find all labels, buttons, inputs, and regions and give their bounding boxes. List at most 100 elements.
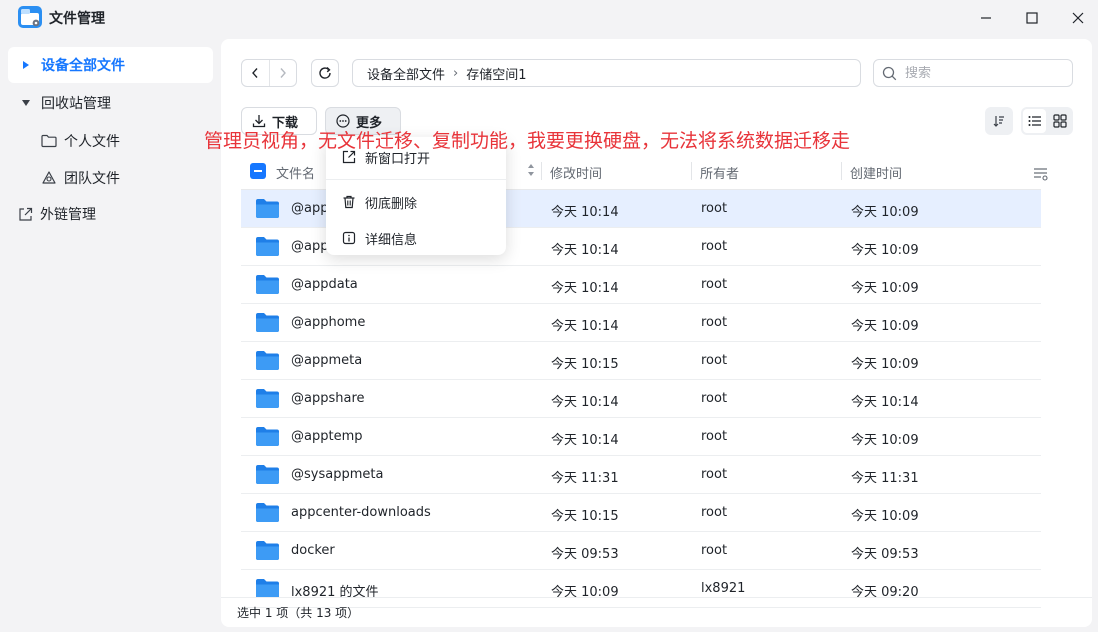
download-button[interactable]: 下载 [241,107,317,135]
created-time: 今天 10:09 [851,243,919,258]
sidebar-item-label: 回收站管理 [41,96,111,112]
sort-arrows-icon[interactable] [527,162,535,178]
select-all-checkbox[interactable] [250,163,266,179]
minimize-button[interactable] [966,4,1006,32]
list-view-button[interactable] [1023,109,1046,133]
menu-item-open-new-window[interactable]: 新窗口打开 [326,141,506,173]
sidebar-item-external-links[interactable]: 外链管理 [8,196,213,232]
sidebar: 设备全部文件 回收站管理 个人文件 团队文件 外链管理 [0,40,220,632]
folder-icon [255,578,280,599]
refresh-button[interactable] [311,59,339,87]
created-time: 今天 09:53 [851,547,919,562]
sort-button[interactable] [985,107,1013,135]
sidebar-item-recycle-bin[interactable]: 回收站管理 [8,85,213,121]
file-name: @apphome [291,315,366,330]
column-header-owner[interactable]: 所有者 [700,163,739,182]
owner: lx8921 [701,581,746,596]
modified-time: 今天 10:14 [551,243,619,258]
sidebar-item-label: 个人文件 [64,134,120,150]
sidebar-item-label: 外链管理 [40,207,96,223]
sidebar-item-personal-files[interactable]: 个人文件 [8,123,213,159]
table-row[interactable]: @sysappmeta 今天 11:31 root 今天 11:31 [241,456,1041,494]
column-header-created[interactable]: 创建时间 [850,163,902,182]
folder-icon [40,132,58,150]
created-time: 今天 10:09 [851,319,919,334]
breadcrumb-segment[interactable]: 存储空间1 [466,64,526,83]
maximize-icon [1026,12,1038,24]
modified-time: 今天 11:31 [551,471,619,486]
file-manager-app-icon [18,6,42,28]
file-name: @appdata [291,277,358,292]
grid-view-button[interactable] [1048,109,1071,133]
view-switcher [1021,107,1073,135]
file-name: @sysappmeta [291,467,384,482]
main-panel: 设备全部文件 › 存储空间1 下载 更多 文件名 修改时间 [221,39,1092,627]
created-time: 今天 10:09 [851,433,919,448]
sidebar-item-label: 团队文件 [64,171,120,187]
title-bar: 文件管理 [0,0,1098,36]
app-title: 文件管理 [49,11,105,27]
breadcrumb-separator: › [453,65,459,81]
menu-divider [326,179,506,180]
folder-icon [255,198,280,219]
file-name: @app [291,239,329,254]
modified-time: 今天 10:14 [551,281,619,296]
breadcrumb[interactable]: 设备全部文件 › 存储空间1 [352,59,861,87]
search-input[interactable] [905,65,1065,81]
folder-icon [255,388,280,409]
menu-item-label: 新窗口打开 [365,151,431,167]
table-row[interactable]: @appdata 今天 10:14 root 今天 10:09 [241,266,1041,304]
search-box[interactable] [873,59,1073,87]
folder-icon [255,502,280,523]
menu-item-delete-permanently[interactable]: 彻底删除 [326,186,506,218]
file-name: docker [291,543,335,558]
history-nav [241,59,297,87]
sidebar-item-all-files[interactable]: 设备全部文件 [8,47,213,83]
created-time: 今天 10:09 [851,509,919,524]
menu-item-details[interactable]: 详细信息 [326,222,506,254]
forward-button[interactable] [268,60,296,86]
list-view-icon [1028,116,1041,126]
created-time: 今天 10:09 [851,205,919,220]
table-row[interactable]: @apphome 今天 10:14 root 今天 10:09 [241,304,1041,342]
table-row[interactable]: @appmeta 今天 10:15 root 今天 10:09 [241,342,1041,380]
modified-time: 今天 10:14 [551,205,619,220]
more-label: 更多 [356,115,383,131]
column-header-modified[interactable]: 修改时间 [550,163,602,182]
grid-view-icon [1052,114,1067,128]
chevron-right-icon [280,68,286,78]
table-row[interactable]: docker 今天 09:53 root 今天 09:53 [241,532,1041,570]
close-button[interactable] [1058,4,1098,32]
menu-item-label: 详细信息 [365,232,418,248]
owner: root [701,239,728,254]
open-new-window-icon [342,150,356,164]
more-dropdown-menu: 新窗口打开 彻底删除 详细信息 [326,137,506,255]
folder-icon [255,274,280,295]
more-icon [336,114,350,128]
folder-icon [255,540,280,561]
breadcrumb-segment[interactable]: 设备全部文件 [367,64,445,83]
owner: root [701,505,728,520]
sidebar-item-team-files[interactable]: 团队文件 [8,160,213,196]
created-time: 今天 10:09 [851,357,919,372]
created-time: 今天 10:09 [851,281,919,296]
modified-time: 今天 10:15 [551,357,619,372]
back-button[interactable] [242,60,269,86]
folder-icon [255,236,280,257]
trash-icon [343,195,355,209]
column-header-name[interactable]: 文件名 [276,163,315,182]
table-row[interactable]: appcenter-downloads 今天 10:15 root 今天 10:09 [241,494,1041,532]
created-time: 今天 10:14 [851,395,919,410]
sort-icon [993,116,1004,127]
modified-time: 今天 10:15 [551,509,619,524]
more-button[interactable]: 更多 [325,107,401,135]
modified-time: 今天 09:53 [551,547,619,562]
external-link-icon [16,205,34,223]
maximize-button[interactable] [1012,4,1052,32]
modified-time: 今天 10:14 [551,319,619,334]
table-row[interactable]: @appshare 今天 10:14 root 今天 10:14 [241,380,1041,418]
column-divider [691,162,692,180]
sidebar-item-label: 设备全部文件 [41,58,125,74]
table-row[interactable]: @apptemp 今天 10:14 root 今天 10:09 [241,418,1041,456]
search-icon [882,66,897,80]
